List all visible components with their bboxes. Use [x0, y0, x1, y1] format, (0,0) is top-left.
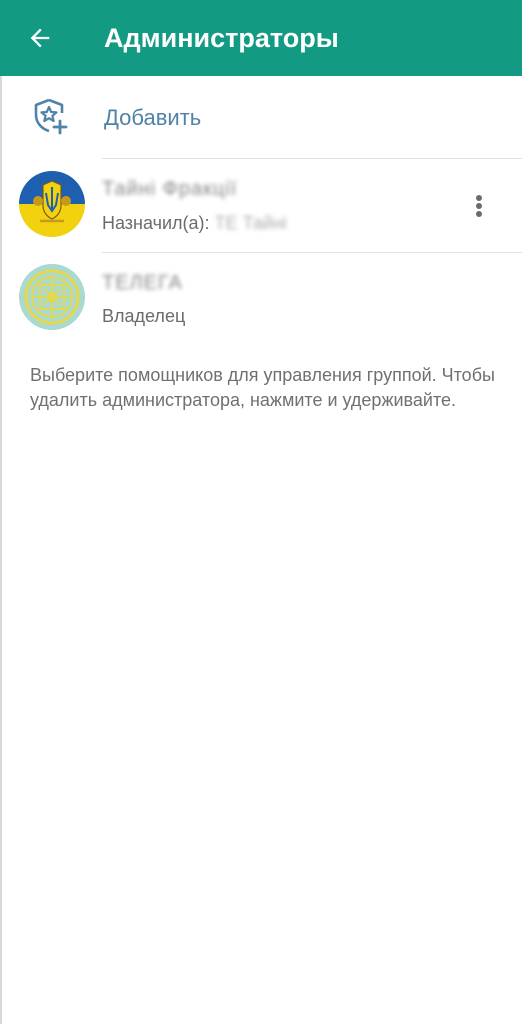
- hint-text: Выберите помощников для управления групп…: [30, 365, 495, 410]
- owner-role-label: Владелец: [102, 306, 186, 326]
- assigned-by-label: Назначил(а):: [102, 213, 215, 233]
- admin-row[interactable]: ТЕЛЕГА Владелец: [0, 252, 522, 346]
- app-bar: Администраторы: [0, 0, 522, 76]
- avatar: [19, 264, 85, 330]
- more-vert-icon[interactable]: [464, 185, 494, 225]
- add-admin-label: Добавить: [104, 105, 202, 130]
- back-button[interactable]: [22, 20, 58, 56]
- admin-row[interactable]: Тайні Фракції Назначил(а): ТЕ Тайні: [0, 158, 522, 252]
- assigned-by-value: ТЕ Тайні: [214, 213, 287, 233]
- page-title: Администраторы: [104, 23, 339, 53]
- admin-name: Тайні Фракції: [102, 178, 238, 200]
- owner-name: ТЕЛЕГА: [102, 272, 183, 294]
- admin-assigned-by: Назначил(а): ТЕ Тайні: [102, 211, 287, 235]
- avatar: [19, 171, 85, 237]
- ukraine-emblem-icon: [19, 171, 85, 237]
- arrow-left-icon: [30, 28, 50, 48]
- shield-star-plus-icon: [34, 98, 68, 135]
- ornament-emblem-icon: [19, 264, 85, 330]
- add-admin-button[interactable]: Добавить: [0, 76, 522, 158]
